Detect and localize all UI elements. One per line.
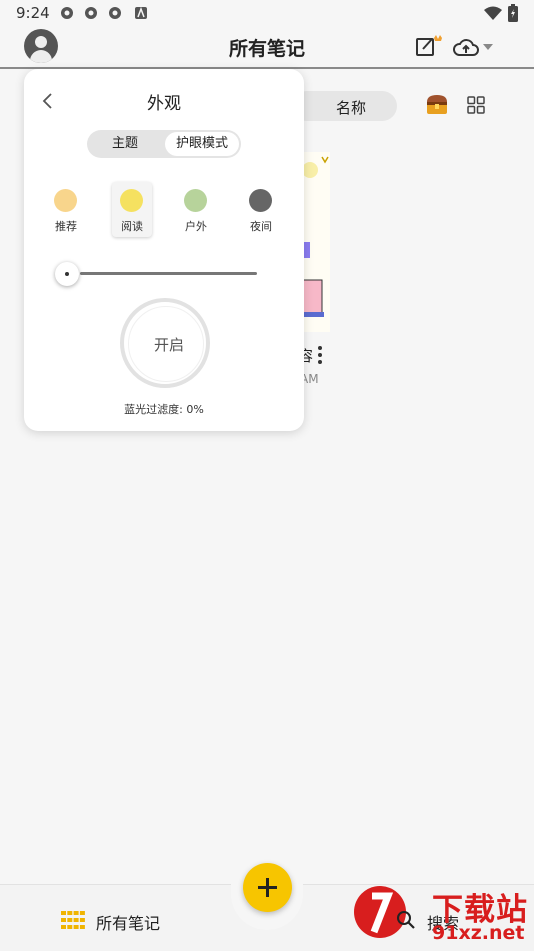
eye-mode-night[interactable]: 夜间: [241, 182, 281, 237]
edit-icon[interactable]: [416, 33, 446, 59]
swatch-night: [249, 189, 272, 212]
status-bar: 9:24: [0, 0, 534, 28]
filter-slider-track[interactable]: [80, 272, 257, 275]
sort-label: 名称: [336, 99, 367, 117]
eye-mode-recommended[interactable]: 推荐: [46, 182, 86, 237]
all-notes-grid-icon[interactable]: [61, 911, 85, 929]
keyboard-icon: [135, 6, 147, 19]
status-time: 9:24: [16, 4, 50, 22]
search-icon[interactable]: [396, 910, 416, 930]
sync-icon: [85, 7, 97, 19]
swatch-outdoor: [184, 189, 207, 212]
note-card-thumbnail[interactable]: [300, 152, 330, 332]
eye-mode-label: 阅读: [121, 220, 143, 233]
note-thumbnail-illustration: [300, 152, 330, 332]
nav-all-notes[interactable]: 所有笔记: [96, 910, 160, 934]
swatch-recommended: [54, 189, 77, 212]
cloud-upload-icon[interactable]: [453, 37, 479, 57]
eye-mode-outdoor[interactable]: 户外: [176, 182, 216, 237]
treasure-chest-icon[interactable]: [425, 93, 449, 115]
grid-view-icon[interactable]: [467, 96, 485, 114]
wifi-icon: [484, 6, 502, 20]
toggle-label: 开启: [153, 336, 184, 354]
plus-icon-vertical: [266, 878, 269, 897]
panel-title: 外观: [147, 94, 181, 114]
eye-mode-label: 夜间: [250, 220, 272, 233]
add-note-button[interactable]: [243, 863, 292, 912]
appearance-panel: 外观 主题 护眼模式 推荐 阅读 户外 夜间 开启 蓝光过滤度: 0%: [24, 69, 304, 431]
eye-care-toggle-button[interactable]: 开启: [120, 298, 210, 388]
mode-segmented-control: 主题 护眼模式: [87, 130, 241, 158]
chevron-down-icon[interactable]: [482, 43, 494, 51]
more-vertical-icon[interactable]: [318, 346, 322, 364]
swatch-reading: [120, 189, 143, 212]
blue-light-filter-label: 蓝光过滤度: 0%: [124, 403, 204, 416]
sort-button[interactable]: 名称: [292, 91, 397, 121]
watermark-url: 91xz.net: [432, 922, 525, 944]
sync-icon: [61, 7, 73, 19]
filter-slider-thumb[interactable]: [55, 262, 79, 286]
tab-theme[interactable]: 主题: [87, 130, 163, 158]
tab-eye-care[interactable]: 护眼模式: [165, 132, 239, 156]
eye-mode-reading[interactable]: 阅读: [112, 182, 152, 237]
battery-icon: [508, 4, 518, 22]
eye-mode-label: 户外: [185, 220, 207, 233]
eye-mode-label: 推荐: [55, 220, 77, 233]
sync-icon: [109, 7, 121, 19]
